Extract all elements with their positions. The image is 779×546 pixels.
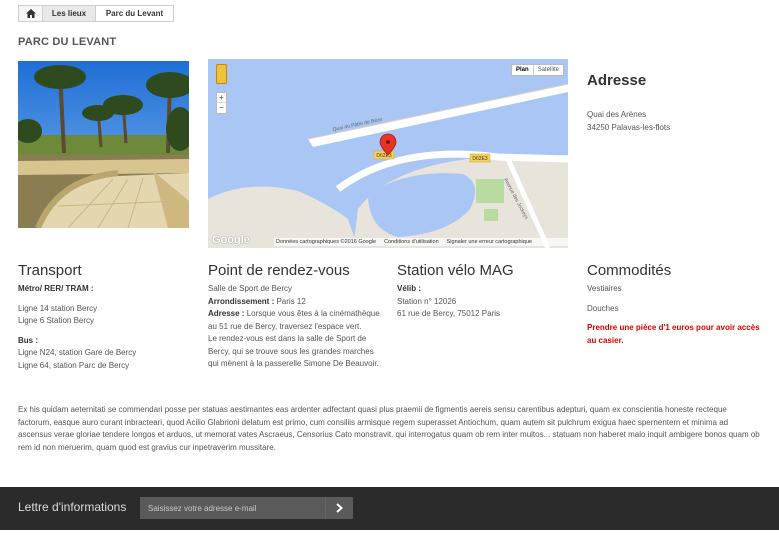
adresse-heading: Adresse: [587, 72, 647, 89]
breadcrumb-item-current: Parc du Levant: [96, 6, 173, 21]
zoom-out-button[interactable]: −: [217, 103, 226, 113]
rdv-heading: Point de rendez-vous: [208, 262, 350, 279]
velib-address: 61 rue de Bercy, 75012 Paris: [397, 309, 501, 318]
commodites-section: Commodités Vestiaires Douches Prendre un…: [587, 262, 765, 347]
bus-line: Ligne N24, station Gare de Bercy: [18, 348, 137, 357]
description-paragraph: Ex his quidam aeternitati se commendari …: [18, 405, 760, 453]
newsletter-label: Lettre d'informations: [18, 500, 127, 514]
velo-section: Station vélo MAG Vélib : Station n° 1202…: [397, 262, 575, 321]
map-type-satellite[interactable]: Satellite: [534, 65, 563, 75]
page-title: PARC DU LEVANT: [18, 36, 117, 48]
arrondissement-value: Paris 12: [274, 296, 306, 306]
chevron-right-icon: [336, 503, 343, 513]
commodites-heading: Commodités: [587, 262, 672, 279]
zoom-in-button[interactable]: +: [217, 93, 226, 103]
commodite-item: Douches: [587, 303, 619, 313]
map-footer: Données cartographiques ©2016 Google Con…: [274, 238, 568, 246]
google-logo: Google: [212, 234, 250, 246]
map-copyright: Données cartographiques ©2016 Google: [276, 239, 377, 245]
transport-heading: Transport: [18, 262, 82, 279]
rdv-section: Point de rendez-vous Salle de Sport de B…: [208, 262, 386, 371]
arrondissement-label: Arrondissement :: [208, 296, 275, 306]
breadcrumb: Les lieux Parc du Levant: [18, 5, 174, 22]
map-type-control: Plan Satellite: [510, 64, 564, 76]
location-map[interactable]: D62E3 D62E3 Quai du Pâtre de Béze Avenue…: [208, 59, 568, 248]
newsletter-submit-button[interactable]: [325, 497, 353, 519]
bus-label: Bus :: [18, 335, 38, 345]
commodite-item: Vestiaires: [587, 284, 622, 293]
adresse-block: Quai des Arènes 34250 Palavas-les-flots: [587, 109, 670, 134]
map-terms-link[interactable]: Conditions d'utilisation: [384, 239, 439, 245]
metro-label: Métro/ RER/ TRAM :: [18, 284, 94, 293]
velib-station: Station n° 12026: [397, 296, 457, 306]
pegman-icon[interactable]: [216, 64, 227, 84]
map-zoom-control: + −: [216, 92, 227, 114]
metro-line: Ligne 14 station Bercy: [18, 303, 98, 313]
park-photo: [18, 61, 189, 228]
home-icon: [25, 9, 36, 18]
transport-section: Transport Métro/ RER/ TRAM : Ligne 14 st…: [18, 262, 196, 372]
rdv-description: Le rendez-vous est dans la salle de Spor…: [208, 334, 379, 368]
map-report-link[interactable]: Signaler une erreur cartographique: [447, 239, 532, 245]
velo-heading: Station vélo MAG: [397, 262, 514, 279]
casier-note: Prendre une pièce d'1 euros pour avoir a…: [587, 323, 760, 345]
breadcrumb-home[interactable]: [19, 6, 43, 21]
rdv-adresse-label: Adresse :: [208, 309, 245, 318]
road-label: D62E3: [472, 156, 488, 162]
breadcrumb-item-les-lieux[interactable]: Les lieux: [43, 6, 96, 21]
adresse-line-1: Quai des Arènes: [587, 110, 647, 119]
rdv-line-1: Salle de Sport de Bercy: [208, 284, 293, 293]
map-type-plan[interactable]: Plan: [512, 65, 534, 75]
bus-line: Ligne 64, station Parc de Bercy: [18, 360, 130, 370]
velib-label: Vélib :: [397, 284, 422, 293]
newsletter-email-input[interactable]: [140, 497, 333, 519]
newsletter-bar: Lettre d'informations: [0, 487, 779, 530]
adresse-line-2: 34250 Palavas-les-flots: [587, 122, 671, 132]
metro-line: Ligne 6 Station Bercy: [18, 316, 95, 325]
